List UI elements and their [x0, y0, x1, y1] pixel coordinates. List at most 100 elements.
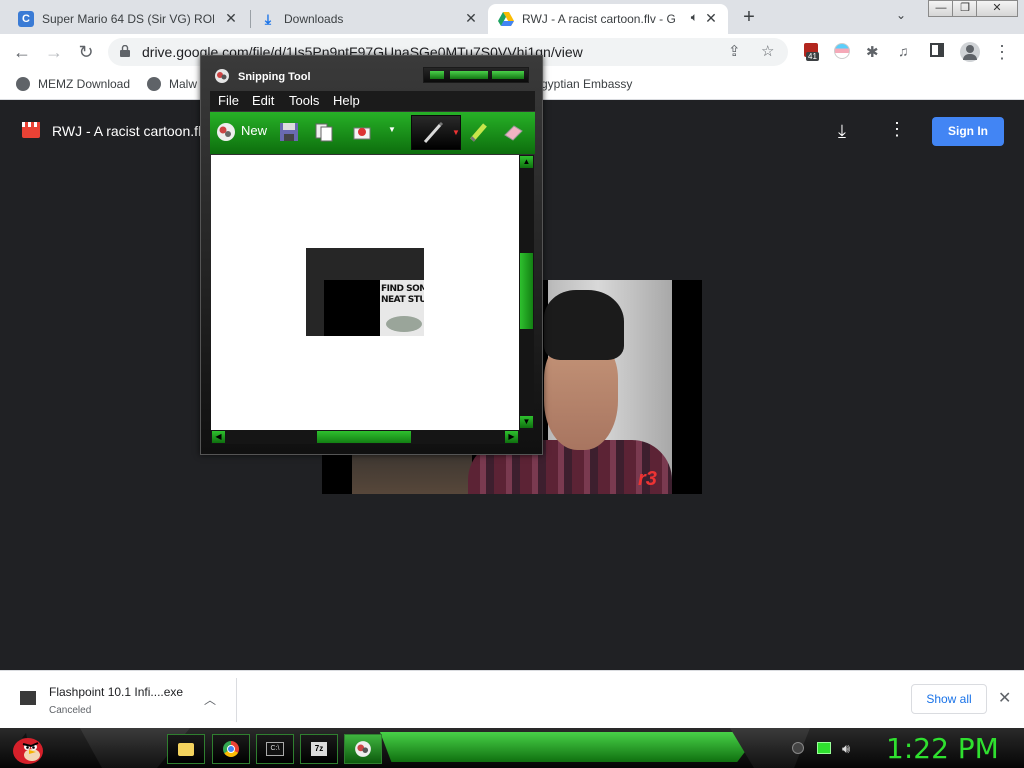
forward-button[interactable]: →: [42, 40, 66, 64]
tray-volume-icon[interactable]: 🔊︎: [842, 742, 856, 756]
minimize-button[interactable]: —: [928, 0, 954, 17]
video-frame-person-hair: [544, 290, 624, 360]
scroll-down-arrow-icon[interactable]: ▼: [520, 416, 533, 428]
share-icon[interactable]: ⇪: [728, 42, 741, 60]
eraser-icon[interactable]: [502, 121, 524, 143]
window-title: Snipping Tool: [238, 71, 311, 83]
bookmark-memz[interactable]: MEMZ Download: [16, 77, 130, 91]
chrome-icon: [223, 741, 239, 757]
captured-image: FIND SOM NEAT STU: [306, 248, 424, 336]
taskbar-file-explorer[interactable]: [167, 734, 205, 764]
scissors-icon: [355, 741, 371, 757]
tab-title: Super Mario 64 DS (Sir VG) ROM: [42, 12, 214, 26]
copy-icon[interactable]: [313, 121, 335, 143]
sign-in-button[interactable]: Sign In: [932, 117, 1004, 146]
bookmark-label: Malw: [169, 77, 198, 91]
download-icon[interactable]: ⤓: [838, 121, 846, 142]
taskbar-snipping-tool[interactable]: [344, 734, 382, 764]
tab-title: Downloads: [284, 12, 344, 26]
tab-title: RWJ - A racist cartoon.flv - G: [522, 12, 676, 26]
tab-search-chevron-icon[interactable]: ⌄: [896, 8, 906, 22]
snip-canvas: FIND SOM NEAT STU: [211, 155, 519, 430]
menu-tools[interactable]: Tools: [289, 93, 319, 108]
scroll-left-arrow-icon[interactable]: ◀: [212, 431, 225, 443]
minimize-button[interactable]: [430, 71, 444, 79]
profile-avatar[interactable]: [960, 42, 980, 62]
bookmark-label: gyptian Embassy: [541, 77, 633, 91]
send-snip-icon[interactable]: [351, 121, 373, 143]
reload-button[interactable]: ↻: [74, 40, 98, 64]
download-icon: ⤓: [264, 10, 272, 27]
menu-kebab-icon[interactable]: ⋮: [990, 40, 1014, 64]
start-button-angry-bird-icon[interactable]: [10, 730, 46, 766]
extension-icon[interactable]: 41: [804, 43, 822, 61]
tab-close-icon[interactable]: ✕: [462, 10, 480, 27]
close-button[interactable]: [492, 71, 524, 79]
captured-comic-panel: FIND SOM NEAT STU: [380, 280, 424, 336]
bookmark-label: MEMZ Download: [38, 77, 131, 91]
snip-toolbar: New ▼ ▼: [210, 112, 535, 154]
taskbar: C:\ 7z 🔊︎ 1:22 PM: [0, 728, 1024, 768]
tray-battery-icon[interactable]: [817, 742, 831, 756]
back-button[interactable]: ←: [10, 40, 34, 64]
download-shelf: Flashpoint 10.1 Infi....exe Canceled ︿ S…: [0, 670, 1024, 728]
restore-button[interactable]: ❐: [952, 0, 978, 17]
scroll-right-arrow-icon[interactable]: ▶: [505, 431, 518, 443]
save-icon[interactable]: [278, 121, 300, 143]
video-file-icon: [22, 122, 40, 138]
new-snip-button[interactable]: New: [241, 123, 267, 138]
pen-dropdown-icon[interactable]: ▼: [452, 128, 460, 137]
speaker-icon[interactable]: 🔈︎: [691, 10, 698, 25]
horizontal-scroll-thumb[interactable]: [317, 431, 411, 443]
folder-icon: [178, 742, 194, 756]
taskbar-command-prompt[interactable]: C:\: [256, 734, 294, 764]
maximize-button[interactable]: [450, 71, 488, 79]
tab-downloads[interactable]: ⤓ Downloads ✕: [250, 4, 488, 34]
bookmark-embassy[interactable]: gyptian Embassy: [541, 77, 632, 91]
vertical-scrollbar[interactable]: ▲ ▼: [519, 155, 534, 430]
globe-icon: [147, 77, 161, 91]
window-controls[interactable]: [423, 67, 529, 83]
download-file-name[interactable]: Flashpoint 10.1 Infi....exe: [49, 685, 183, 699]
bookmark-malw[interactable]: Malw: [147, 77, 197, 91]
taskbar-clock[interactable]: 1:22 PM: [886, 732, 999, 765]
horizontal-scrollbar[interactable]: ◀ ▶: [211, 430, 519, 444]
bookmark-star-icon[interactable]: ☆: [761, 42, 774, 60]
tab-rwj-video[interactable]: RWJ - A racist cartoon.flv - G 🔈︎ ✕: [488, 4, 728, 34]
close-shelf-icon[interactable]: ✕: [998, 688, 1011, 708]
side-panel-icon[interactable]: [930, 43, 948, 61]
new-snip-icon[interactable]: [215, 121, 237, 143]
media-controls-icon[interactable]: ♫: [898, 43, 916, 61]
snipping-tool-window[interactable]: Snipping Tool File Edit Tools Help New ▼…: [200, 55, 543, 455]
puzzle-extensions-icon[interactable]: ✱: [866, 43, 884, 61]
show-all-button[interactable]: Show all: [911, 684, 987, 714]
close-window-button[interactable]: ✕: [976, 0, 1018, 17]
menu-help[interactable]: Help: [333, 93, 360, 108]
globe-icon: [16, 77, 30, 91]
tray-network-icon[interactable]: [792, 742, 806, 756]
lock-icon[interactable]: [120, 45, 130, 57]
taskbar-7zip[interactable]: 7z: [300, 734, 338, 764]
taskbar-chrome[interactable]: [212, 734, 250, 764]
tab-close-icon[interactable]: ✕: [702, 10, 720, 27]
new-tab-button[interactable]: +: [738, 6, 760, 28]
pen-icon: [423, 121, 444, 143]
colorful-extension-icon[interactable]: [834, 43, 852, 61]
browser-tab-strip: C Super Mario 64 DS (Sir VG) ROM ✕ ⤓ Dow…: [0, 0, 1024, 34]
chevron-up-icon[interactable]: ︿: [204, 691, 216, 708]
more-options-icon[interactable]: ⋮: [888, 119, 906, 140]
scroll-up-arrow-icon[interactable]: ▲: [520, 156, 533, 168]
highlighter-icon[interactable]: [468, 121, 490, 143]
pen-tool-button[interactable]: ▼: [411, 115, 461, 150]
tab-close-icon[interactable]: ✕: [222, 10, 240, 27]
menu-edit[interactable]: Edit: [252, 93, 274, 108]
terminal-icon: C:\: [266, 742, 284, 756]
vertical-scroll-thumb[interactable]: [520, 253, 533, 329]
scissors-icon: [215, 69, 229, 83]
extension-badge: 41: [806, 52, 819, 61]
video-logo: r3: [638, 468, 657, 490]
7zip-icon: 7z: [311, 742, 327, 756]
menu-file[interactable]: File: [218, 93, 239, 108]
send-dropdown-icon[interactable]: ▼: [388, 125, 396, 134]
tab-super-mario[interactable]: C Super Mario 64 DS (Sir VG) ROM ✕: [8, 4, 248, 34]
